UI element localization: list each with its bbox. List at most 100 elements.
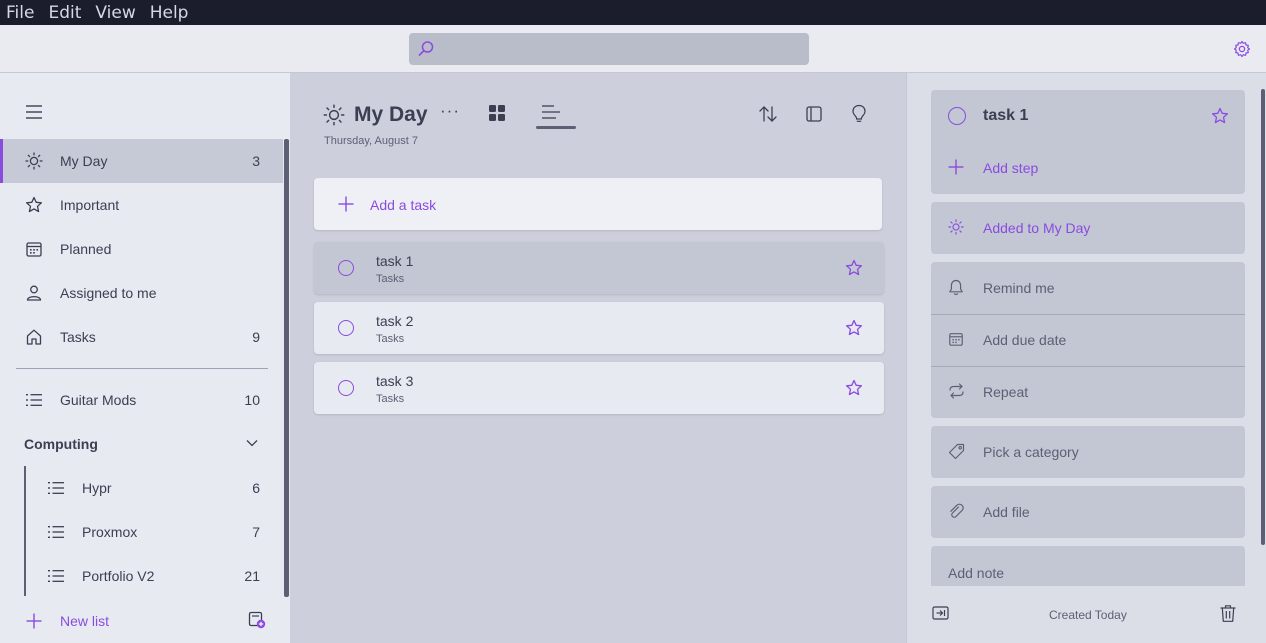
task-list-name: Tasks xyxy=(376,333,405,345)
complete-checkbox[interactable] xyxy=(338,380,354,396)
chevron-down-icon[interactable] xyxy=(246,439,258,447)
created-date: Created Today xyxy=(1049,608,1127,622)
sidebar-item-label: Guitar Mods xyxy=(60,392,137,408)
complete-checkbox[interactable] xyxy=(948,107,966,125)
add-task-input[interactable]: Add a task xyxy=(314,178,882,230)
added-to-my-day-button[interactable]: Added to My Day xyxy=(931,202,1245,254)
gear-icon[interactable] xyxy=(1233,40,1251,58)
sidebar-item-important[interactable]: Important xyxy=(0,183,283,227)
menu-file[interactable]: File xyxy=(6,3,34,23)
repeat-icon xyxy=(948,383,965,399)
sidebar-scrollbar[interactable] xyxy=(284,139,289,597)
task-title-row[interactable]: task 1 xyxy=(931,90,1245,142)
star-icon xyxy=(25,196,43,214)
sun-icon xyxy=(25,152,43,170)
grid-view-icon[interactable] xyxy=(488,104,506,122)
task-item[interactable]: task 3 Tasks xyxy=(314,362,884,414)
search-icon xyxy=(417,40,435,58)
sidebar-item-label: Tasks xyxy=(60,329,96,345)
detail-panel: task 1 Add step Added to My Day Remind m… xyxy=(906,73,1266,643)
task-title[interactable]: task 1 xyxy=(983,107,1028,125)
hide-detail-icon[interactable] xyxy=(932,606,949,620)
sort-icon[interactable] xyxy=(758,105,778,123)
repeat-label: Repeat xyxy=(983,384,1029,400)
pick-category-button[interactable]: Pick a category xyxy=(931,426,1245,478)
search-input[interactable] xyxy=(409,33,809,65)
lightbulb-icon[interactable] xyxy=(851,104,867,124)
sidebar-item-proxmox[interactable]: Proxmox 7 xyxy=(0,510,283,554)
top-bar xyxy=(0,25,1266,73)
add-step-label: Add step xyxy=(983,160,1039,176)
sidebar-item-portfolio-v2[interactable]: Portfolio V2 21 xyxy=(0,554,283,598)
plus-icon xyxy=(26,613,42,629)
toggle-panel-icon[interactable] xyxy=(806,106,822,122)
sidebar-item-label: Hypr xyxy=(82,480,112,496)
sidebar-item-label: Proxmox xyxy=(82,524,138,540)
sidebar-item-planned[interactable]: Planned xyxy=(0,227,283,271)
category-label: Pick a category xyxy=(983,444,1079,460)
detail-scrollbar[interactable] xyxy=(1261,89,1265,545)
calendar-icon xyxy=(948,331,964,347)
task-list-name: Tasks xyxy=(376,273,405,285)
star-icon[interactable] xyxy=(845,259,863,277)
task-name: task 2 xyxy=(376,313,414,329)
list-icon xyxy=(47,567,65,585)
sidebar-item-label: Planned xyxy=(60,241,112,257)
sidebar-item-count: 10 xyxy=(244,392,260,408)
date-subtitle: Thursday, August 7 xyxy=(324,135,418,147)
task-name: task 1 xyxy=(376,253,414,269)
page-title: My Day xyxy=(354,103,428,126)
note-placeholder: Add note xyxy=(948,565,1005,581)
active-view-indicator xyxy=(536,126,576,129)
complete-checkbox[interactable] xyxy=(338,320,354,336)
sidebar: My Day 3 Important Planned Assigned to m… xyxy=(0,73,290,643)
repeat-button[interactable]: Repeat xyxy=(931,366,1245,418)
star-icon[interactable] xyxy=(845,319,863,337)
category-card: Pick a category xyxy=(931,426,1245,478)
remind-me-button[interactable]: Remind me xyxy=(931,262,1245,314)
due-date-label: Add due date xyxy=(983,332,1067,348)
sidebar-item-label: Assigned to me xyxy=(60,285,157,301)
sidebar-item-my-day[interactable]: My Day 3 xyxy=(0,139,283,183)
note-input[interactable]: Add note xyxy=(931,546,1245,586)
sidebar-item-guitar-mods[interactable]: Guitar Mods 10 xyxy=(0,378,283,422)
add-group-icon[interactable] xyxy=(248,611,266,629)
list-icon xyxy=(47,479,65,497)
plus-icon xyxy=(338,196,354,212)
sidebar-item-hypr[interactable]: Hypr 6 xyxy=(0,466,283,510)
sidebar-item-tasks[interactable]: Tasks 9 xyxy=(0,315,283,359)
hamburger-menu-icon[interactable] xyxy=(26,105,42,119)
add-file-button[interactable]: Add file xyxy=(931,486,1245,538)
main-panel: My Day ··· Thursday, August 7 Add a task… xyxy=(290,73,906,643)
group-label: Computing xyxy=(24,436,98,452)
star-icon[interactable] xyxy=(845,379,863,397)
sidebar-item-count: 3 xyxy=(252,153,260,169)
list-view-icon[interactable] xyxy=(542,104,560,120)
more-options-button[interactable]: ··· xyxy=(440,101,460,121)
sidebar-item-count: 7 xyxy=(252,524,260,540)
add-task-placeholder: Add a task xyxy=(370,197,437,213)
sun-icon xyxy=(323,104,345,126)
add-due-date-button[interactable]: Add due date xyxy=(931,314,1245,366)
menu-edit[interactable]: Edit xyxy=(48,3,81,23)
group-computing[interactable]: Computing xyxy=(0,422,283,466)
sidebar-item-label: Portfolio V2 xyxy=(82,568,155,584)
new-list-button[interactable]: New list xyxy=(0,599,290,643)
home-icon xyxy=(25,328,43,346)
menu-view[interactable]: View xyxy=(95,3,135,23)
sidebar-item-count: 6 xyxy=(252,480,260,496)
list-icon xyxy=(47,523,65,541)
task-item[interactable]: task 1 Tasks xyxy=(314,242,884,294)
task-item[interactable]: task 2 Tasks xyxy=(314,302,884,354)
list-icon xyxy=(25,391,43,409)
file-card: Add file xyxy=(931,486,1245,538)
trash-icon[interactable] xyxy=(1219,604,1237,623)
sidebar-item-assigned[interactable]: Assigned to me xyxy=(0,271,283,315)
new-list-label: New list xyxy=(60,613,110,629)
menu-help[interactable]: Help xyxy=(150,3,189,23)
add-step-button[interactable]: Add step xyxy=(931,142,1245,194)
complete-checkbox[interactable] xyxy=(338,260,354,276)
dates-card: Remind me Add due date Repeat xyxy=(931,262,1245,418)
star-icon[interactable] xyxy=(1211,107,1229,125)
file-label: Add file xyxy=(983,504,1030,520)
